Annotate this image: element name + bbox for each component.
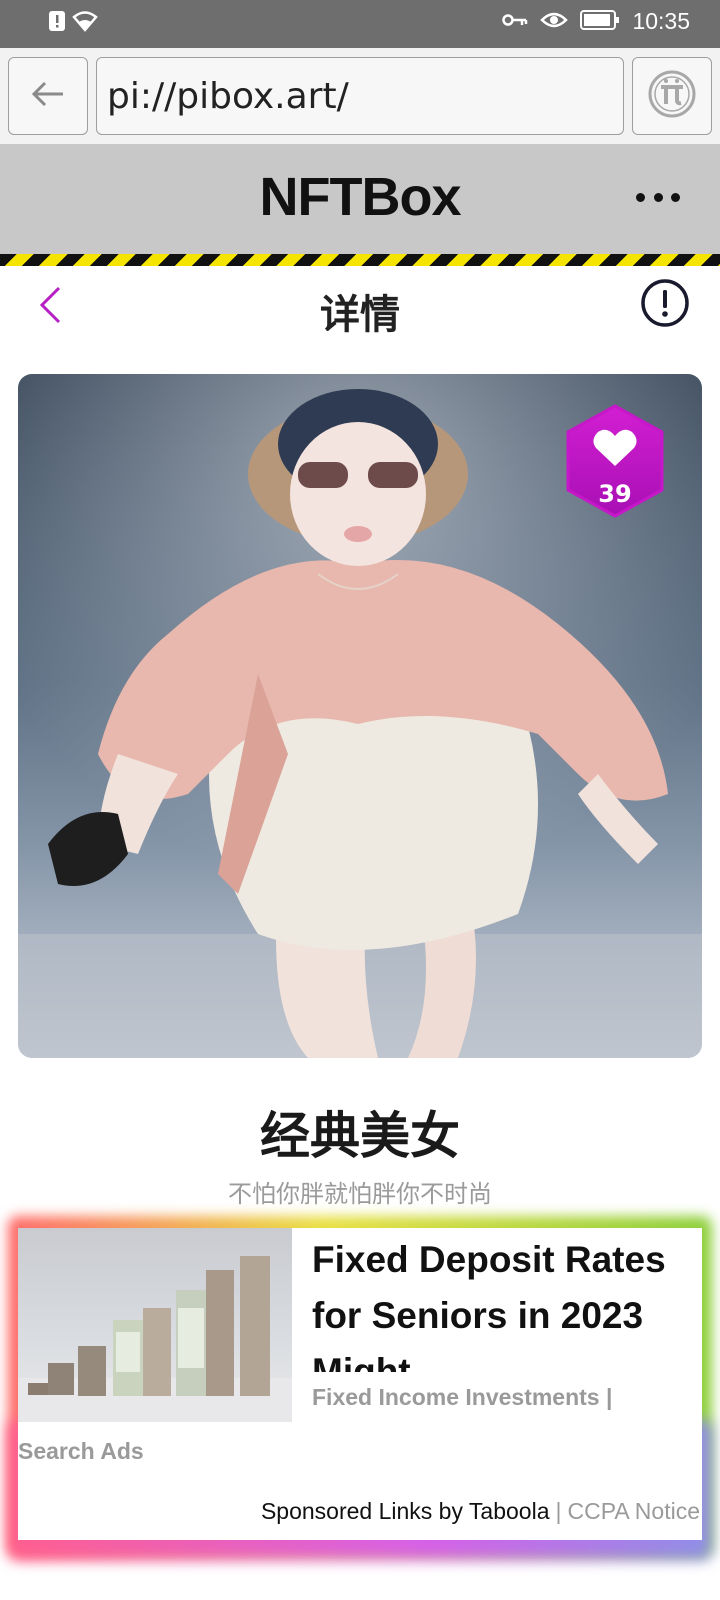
more-options-button[interactable] [636, 182, 680, 212]
ccpa-notice-link[interactable]: CCPA Notice [567, 1498, 700, 1524]
ad-headline[interactable]: Fixed Deposit Rates for Seniors in 2023 … [312, 1232, 696, 1372]
nft-subtitle: 不怕你胖就怕胖你不时尚 [228, 1180, 492, 1208]
ad-source: Fixed Income Investments | [312, 1384, 613, 1410]
page-header: 详情 [0, 266, 720, 356]
more-dot [636, 192, 645, 202]
pi-logo-icon [647, 69, 697, 123]
key-icon [502, 12, 528, 32]
wifi-icon [72, 10, 98, 36]
sponsored-links-link[interactable]: Sponsored Links by Taboola [261, 1498, 550, 1524]
alert-icon [48, 10, 66, 36]
page-title: 详情 [320, 292, 400, 338]
ad-coins-image[interactable] [18, 1228, 292, 1422]
ad-footer: Sponsored Links by Taboola | CCPA Notice [261, 1498, 700, 1525]
status-bar: 10:35 [0, 0, 720, 48]
status-time: 10:35 [632, 8, 690, 34]
app-header: NFTBox [0, 144, 720, 254]
footer-separator: | [555, 1498, 562, 1524]
more-dot [653, 192, 663, 202]
exclamation-circle-icon [640, 279, 690, 332]
app-title: NFTBox [259, 167, 462, 227]
battery-icon [580, 9, 620, 34]
sponsored-ad[interactable]: Fixed Deposit Rates for Seniors in 2023 … [18, 1228, 702, 1540]
eye-icon [540, 11, 569, 33]
more-dot [671, 192, 680, 202]
report-button[interactable] [640, 278, 690, 328]
like-count: 39 [598, 480, 632, 508]
url-field[interactable]: pi://pibox.art/ [96, 57, 624, 135]
arrow-left-icon [30, 80, 66, 112]
hazard-stripe-divider [0, 254, 720, 266]
browser-back-button[interactable] [8, 57, 88, 135]
nft-title: 经典美女 [260, 1107, 460, 1165]
browser-toolbar: pi://pibox.art/ [0, 48, 720, 144]
ad-source-continued: Search Ads [18, 1438, 144, 1464]
pi-browser-button[interactable] [632, 57, 712, 135]
